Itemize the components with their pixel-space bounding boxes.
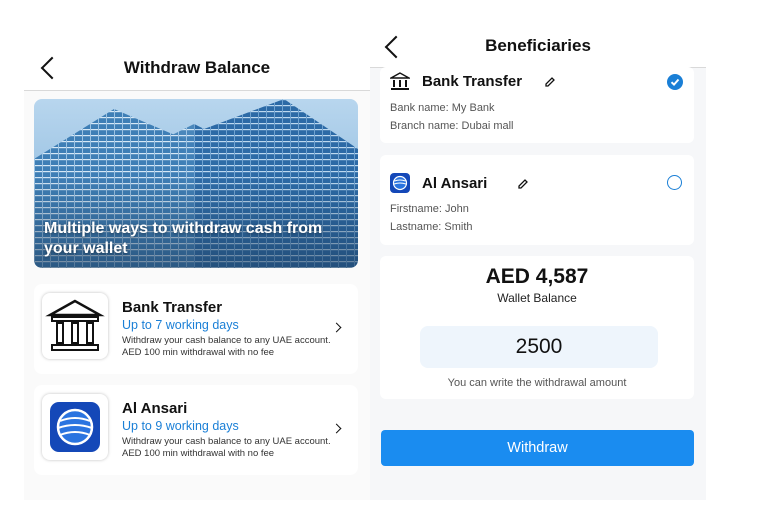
withdraw-button[interactable]: Withdraw — [381, 430, 694, 466]
page-title: Withdraw Balance — [123, 58, 271, 77]
checkmark-icon — [670, 78, 680, 87]
wallet-balance-label: Wallet Balance — [497, 291, 577, 305]
unselected-radio[interactable] — [667, 175, 682, 190]
header: Beneficiaries — [370, 0, 706, 68]
bank-icon — [45, 299, 105, 351]
bank-logo — [42, 293, 108, 359]
selected-radio[interactable] — [667, 74, 683, 90]
amount-hint: You can write the withdrawal amount — [447, 377, 627, 389]
amount-card: AED 4,587 Wallet Balance You can write t… — [380, 256, 694, 399]
method-name: Al Ansari — [122, 400, 188, 417]
method-name: Bank Transfer — [122, 299, 223, 316]
header: Withdraw Balance — [24, 0, 370, 91]
beneficiary-al-ansari[interactable]: Al Ansari Firstname: John Lastname: Smit… — [380, 155, 694, 245]
chevron-right-icon — [331, 322, 342, 333]
method-al-ansari[interactable]: Al Ansari Up to 9 working days Withdraw … — [34, 385, 358, 475]
firstname-line: Firstname: John — [390, 203, 469, 215]
globe-icon — [390, 173, 410, 193]
hero-caption: Multiple ways to withdraw cash from your… — [44, 220, 323, 257]
bank-name-line: Bank name: My Bank — [390, 102, 495, 114]
branch-name-line: Branch name: Dubai mall — [390, 120, 514, 132]
method-bank-transfer[interactable]: Bank Transfer Up to 7 working days Withd… — [34, 284, 358, 374]
beneficiaries-screen: Beneficiaries Bank Transfer Bank name: M… — [370, 0, 706, 500]
beneficiary-bank-transfer[interactable]: Bank Transfer Bank name: My Bank Branch … — [380, 67, 694, 143]
pencil-icon[interactable] — [544, 76, 556, 88]
method-days: Up to 7 working days — [122, 318, 239, 332]
beneficiary-name: Bank Transfer — [422, 73, 523, 90]
method-description: Withdraw your cash balance to any UAE ac… — [122, 436, 331, 459]
wallet-balance-amount: AED 4,587 — [485, 265, 589, 288]
hero-banner: Multiple ways to withdraw cash from your… — [34, 99, 358, 268]
pencil-icon[interactable] — [517, 178, 529, 190]
withdraw-balance-screen: Withdraw Balance Multiple ways to withdr… — [24, 0, 370, 500]
lastname-line: Lastname: Smith — [390, 221, 473, 233]
method-days: Up to 9 working days — [122, 419, 239, 433]
method-description: Withdraw your cash balance to any UAE ac… — [122, 335, 331, 358]
withdraw-amount-input[interactable] — [420, 326, 658, 368]
chevron-right-icon — [331, 423, 342, 434]
al-ansari-logo — [42, 394, 108, 460]
beneficiary-name: Al Ansari — [422, 175, 488, 192]
bank-icon — [390, 72, 410, 90]
page-title: Beneficiaries — [485, 36, 591, 55]
globe-icon — [50, 402, 100, 452]
